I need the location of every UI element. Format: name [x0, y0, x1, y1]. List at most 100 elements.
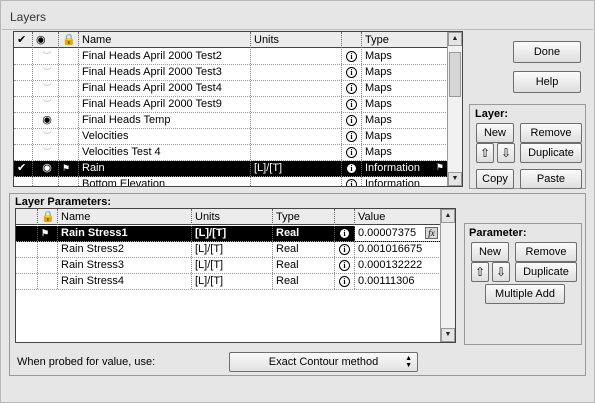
parameter-move-down-button[interactable]: ⇩ — [492, 262, 510, 282]
layer-lock-cell[interactable] — [59, 81, 79, 96]
param-info-cell[interactable]: i — [335, 226, 355, 241]
param-lock-cell[interactable] — [38, 274, 58, 289]
info-icon[interactable]: i — [346, 99, 357, 110]
parameter-move-up-button[interactable]: ⇧ — [471, 262, 489, 282]
param-value-column-header[interactable]: Value — [355, 209, 441, 225]
layer-row[interactable]: ︶ Velocities i Maps — [14, 129, 448, 145]
layer-info-cell[interactable]: i — [342, 129, 362, 144]
type-column-header[interactable]: Type — [362, 32, 448, 48]
layer-visible-check[interactable] — [14, 177, 33, 186]
layer-info-cell[interactable]: i — [342, 113, 362, 128]
layer-move-down-button[interactable]: ⇩ — [497, 143, 515, 163]
layer-lock-cell[interactable]: ⚑ — [59, 161, 79, 176]
eye-icon[interactable]: ◉ — [42, 162, 52, 174]
param-info-cell[interactable]: i — [335, 274, 355, 289]
layer-info-cell[interactable]: i — [342, 161, 362, 176]
layer-eye-cell[interactable]: ︶ — [33, 97, 59, 112]
scroll-thumb[interactable] — [449, 52, 461, 97]
info-icon[interactable]: i — [339, 244, 350, 255]
layer-eye-cell[interactable]: ︶ — [33, 129, 59, 144]
info-icon[interactable]: i — [346, 163, 357, 174]
info-icon[interactable]: i — [346, 115, 357, 126]
param-value[interactable]: 0.000132222 — [355, 258, 441, 273]
layer-eye-cell[interactable]: ◉ — [33, 161, 59, 176]
param-value[interactable]: 0.00111306 — [355, 274, 441, 289]
eye-closed-icon[interactable]: ︶ — [42, 83, 51, 93]
eye-icon[interactable]: ◉ — [42, 114, 52, 126]
info-icon[interactable]: i — [339, 276, 350, 287]
layer-row[interactable]: ︶ Final Heads April 2000 Test9 i Maps — [14, 97, 448, 113]
layer-eye-cell[interactable]: ︶ — [33, 145, 59, 160]
layer-visible-check[interactable] — [14, 65, 33, 80]
parameter-row[interactable]: Rain Stress4 [L]/[T] Real i 0.00111306 — [16, 274, 441, 290]
probe-method-select[interactable]: Exact Contour method ▲ ▼ — [229, 352, 418, 372]
layer-visible-check[interactable] — [14, 145, 33, 160]
eye-closed-icon[interactable]: ︶ — [42, 99, 51, 109]
eye-closed-icon[interactable]: ︶ — [42, 67, 51, 77]
info-icon[interactable]: i — [339, 260, 350, 271]
layer-lock-cell[interactable] — [59, 145, 79, 160]
layer-eye-cell[interactable] — [33, 177, 59, 186]
eye-closed-icon[interactable]: ︶ — [42, 147, 51, 157]
layer-lock-cell[interactable] — [59, 177, 79, 186]
eye-column-header[interactable]: ◉ — [33, 32, 59, 48]
layer-info-cell[interactable]: i — [342, 81, 362, 96]
param-value[interactable]: 0.001016675 — [355, 242, 441, 257]
layers-table[interactable]: ✔ ◉ 🔒 Name Units Type ︶ Final Heads April… — [13, 31, 463, 187]
layer-info-cell[interactable]: i — [342, 97, 362, 112]
layer-row[interactable]: Bottom Elevation i Information — [14, 177, 448, 186]
layer-lock-cell[interactable] — [59, 113, 79, 128]
layer-lock-cell[interactable] — [59, 49, 79, 64]
param-value[interactable]: 0.00007375 fx — [355, 226, 441, 241]
layers-scrollbar[interactable]: ▲ ▼ — [447, 32, 462, 186]
param-lock-cell[interactable] — [38, 242, 58, 257]
param-lock-cell[interactable]: ⚑ — [38, 226, 58, 241]
layer-lock-cell[interactable] — [59, 65, 79, 80]
info-icon[interactable]: i — [346, 179, 357, 186]
layer-new-button[interactable]: New — [476, 123, 514, 143]
parameter-row[interactable]: ⚑ Rain Stress1 [L]/[T] Real i 0.00007375 fx — [16, 226, 441, 242]
layer-visible-check[interactable]: ✔ — [14, 161, 33, 176]
parameters-scrollbar[interactable]: ▲ ▼ — [440, 209, 455, 342]
layer-duplicate-button[interactable]: Duplicate — [520, 143, 582, 163]
info-icon[interactable]: i — [339, 228, 350, 239]
scroll-down-arrow-icon[interactable]: ▼ — [441, 328, 455, 342]
help-button[interactable]: Help — [513, 71, 581, 93]
parameter-new-button[interactable]: New — [471, 242, 509, 262]
layer-row[interactable]: ︶ Final Heads April 2000 Test2 i Maps — [14, 49, 448, 65]
info-icon[interactable]: i — [346, 67, 357, 78]
layer-eye-cell[interactable]: ◉ — [33, 113, 59, 128]
layer-info-cell[interactable]: i — [342, 145, 362, 160]
param-units-column-header[interactable]: Units — [192, 209, 273, 225]
multiple-add-button[interactable]: Multiple Add — [485, 284, 565, 304]
scroll-up-arrow-icon[interactable]: ▲ — [448, 32, 462, 46]
param-lock-column-header[interactable]: 🔒 — [38, 209, 58, 225]
layer-copy-button[interactable]: Copy — [476, 169, 514, 189]
param-type-column-header[interactable]: Type — [273, 209, 335, 225]
visible-column-header[interactable]: ✔ — [14, 32, 33, 48]
info-icon[interactable]: i — [346, 83, 357, 94]
scroll-up-arrow-icon[interactable]: ▲ — [441, 209, 455, 223]
parameter-duplicate-button[interactable]: Duplicate — [515, 262, 577, 282]
layer-row[interactable]: ︶ Final Heads April 2000 Test3 i Maps — [14, 65, 448, 81]
eye-closed-icon[interactable]: ︶ — [42, 131, 51, 141]
units-column-header[interactable]: Units — [251, 32, 342, 48]
param-info-cell[interactable]: i — [335, 242, 355, 257]
layer-info-cell[interactable]: i — [342, 65, 362, 80]
info-icon[interactable]: i — [346, 51, 357, 62]
layer-visible-check[interactable] — [14, 81, 33, 96]
layer-info-cell[interactable]: i — [342, 177, 362, 186]
layer-visible-check[interactable] — [14, 97, 33, 112]
layer-eye-cell[interactable]: ︶ — [33, 49, 59, 64]
parameter-remove-button[interactable]: Remove — [515, 242, 577, 262]
scroll-down-arrow-icon[interactable]: ▼ — [448, 172, 462, 186]
info-icon[interactable]: i — [346, 147, 357, 158]
name-column-header[interactable]: Name — [79, 32, 251, 48]
layer-row[interactable]: ︶ Velocities Test 4 i Maps — [14, 145, 448, 161]
param-info-cell[interactable]: i — [335, 258, 355, 273]
layer-row[interactable]: ✔ ◉ ⚑ Rain [L]/[T] i Information ⚑ — [14, 161, 448, 177]
lock-column-header[interactable]: 🔒 — [59, 32, 79, 48]
param-lock-cell[interactable] — [38, 258, 58, 273]
param-name-column-header[interactable]: Name — [58, 209, 192, 225]
layer-visible-check[interactable] — [14, 113, 33, 128]
